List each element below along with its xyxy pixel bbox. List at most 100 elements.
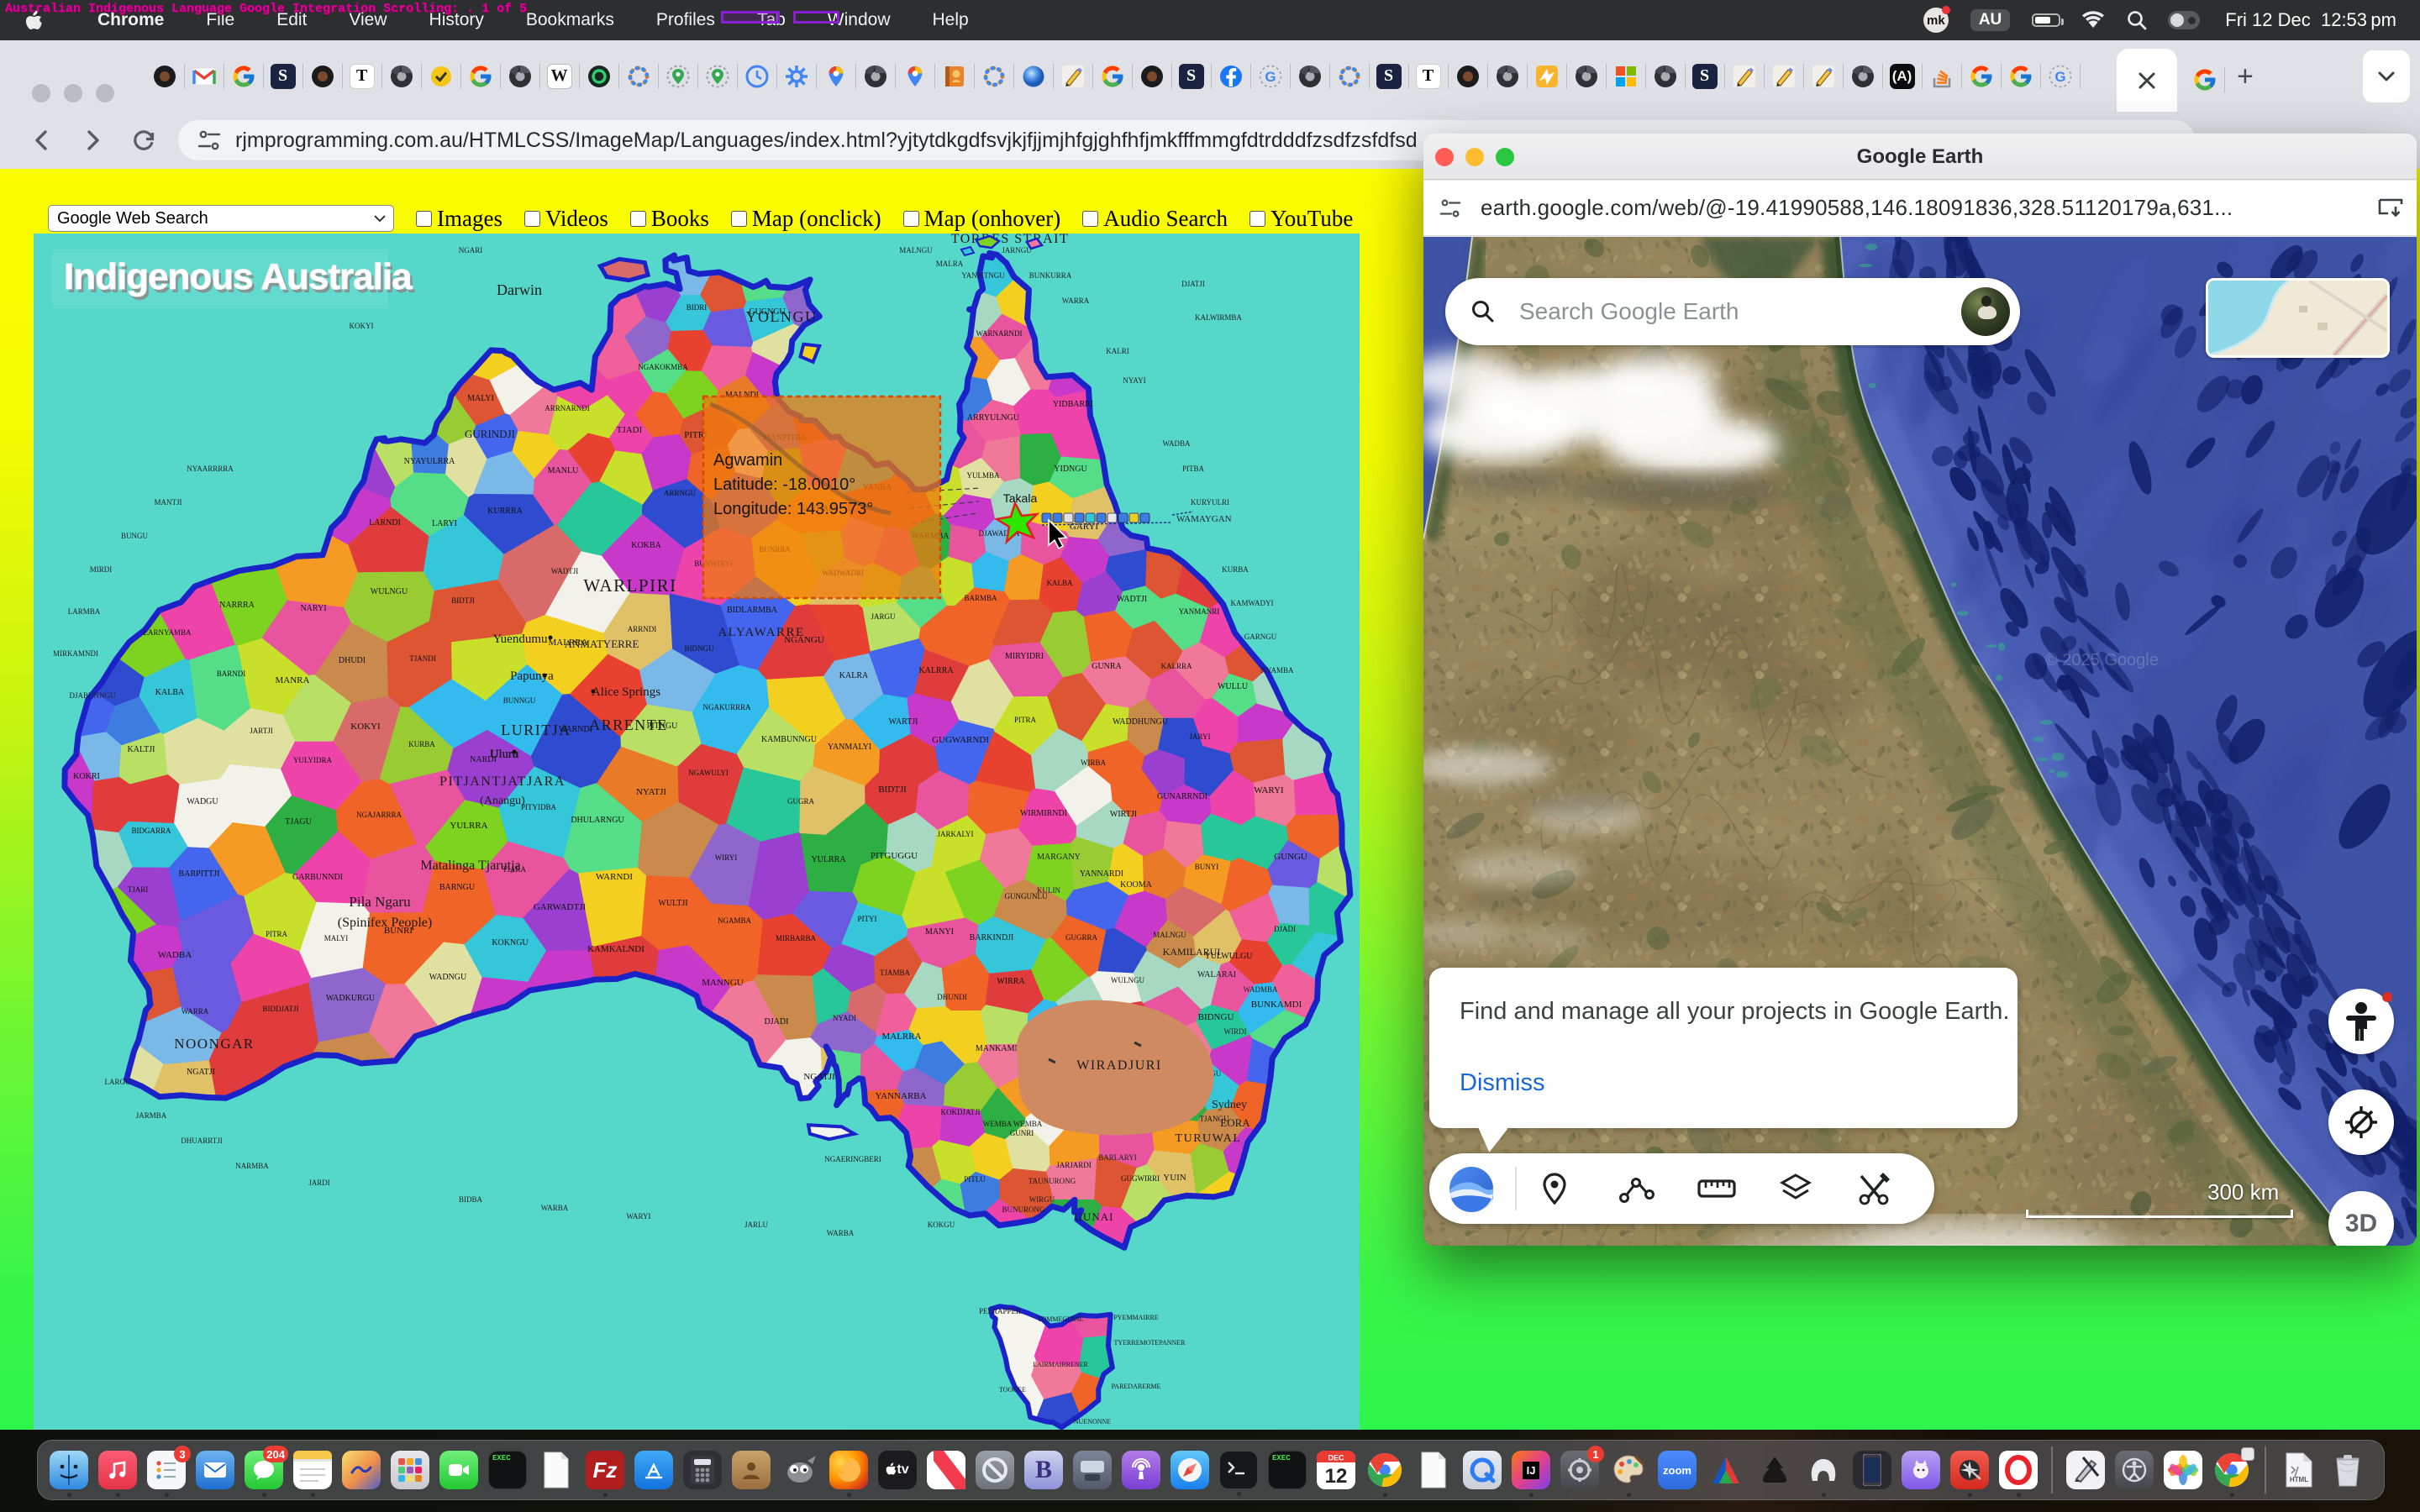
svg-text:TOOGEE: TOOGEE xyxy=(999,1386,1026,1394)
svg-text:KALBA: KALBA xyxy=(1047,579,1073,587)
svg-text:MIRYIDRI: MIRYIDRI xyxy=(1005,652,1044,661)
svg-text:WULNGU: WULNGU xyxy=(371,587,408,596)
svg-text:KALTJI: KALTJI xyxy=(128,745,155,754)
svg-text:LARNYAMBA: LARNYAMBA xyxy=(143,628,192,637)
svg-text:JARDI: JARDI xyxy=(308,1179,330,1187)
svg-text:PITGUGGU: PITGUGGU xyxy=(871,851,918,861)
svg-text:NYAYULRRA: NYAYULRRA xyxy=(404,457,456,466)
svg-text:KURYULRI: KURYULRI xyxy=(1191,498,1229,507)
svg-text:YUIN: YUIN xyxy=(1163,1173,1186,1183)
svg-text:WADGU: WADGU xyxy=(187,797,218,806)
svg-text:GARWADTJI: GARWADTJI xyxy=(534,902,587,912)
svg-text:GARBUNNDI: GARBUNNDI xyxy=(292,873,343,882)
svg-text:Papunya: Papunya xyxy=(510,669,554,683)
svg-text:PITYI: PITYI xyxy=(858,915,877,923)
svg-text:NARMBA: NARMBA xyxy=(235,1162,269,1170)
svg-text:TORRES STRAIT: TORRES STRAIT xyxy=(951,234,1070,246)
svg-text:WARRA: WARRA xyxy=(1062,297,1090,305)
svg-text:DJADI: DJADI xyxy=(1274,925,1296,933)
svg-text:DEC: DEC xyxy=(1328,1454,1344,1462)
svg-text:TJAGU: TJAGU xyxy=(285,817,312,827)
svg-text:BIDTJI: BIDTJI xyxy=(878,785,907,795)
svg-text:PITRA: PITRA xyxy=(266,930,288,938)
svg-text:PITBA: PITBA xyxy=(1182,465,1205,473)
svg-text:ARRNARNDI: ARRNARNDI xyxy=(544,404,590,412)
svg-text:BUNKAMDI: BUNKAMDI xyxy=(1251,1000,1302,1010)
svg-text:WALARAI: WALARAI xyxy=(1197,970,1236,979)
svg-text:PITLU: PITLU xyxy=(964,1175,986,1184)
svg-text:PEERAPPER: PEERAPPER xyxy=(979,1307,1021,1315)
svg-text:12: 12 xyxy=(1325,1465,1348,1488)
svg-text:ALYAWARRE: ALYAWARRE xyxy=(718,626,804,639)
svg-text:Yuendumu: Yuendumu xyxy=(493,633,548,646)
svg-text:YANNARBA: YANNARBA xyxy=(875,1091,926,1101)
svg-text:KURBA: KURBA xyxy=(408,740,435,748)
svg-text:KALWIRMBA: KALWIRMBA xyxy=(1195,313,1242,322)
svg-text:BARPITTJI: BARPITTJI xyxy=(179,869,220,879)
svg-text:MALNGU: MALNGU xyxy=(1153,931,1186,939)
svg-text:G: G xyxy=(2054,69,2065,85)
svg-text:Takala: Takala xyxy=(1003,491,1038,505)
svg-text:BUNYI: BUNYI xyxy=(1195,863,1219,871)
svg-text:WIRRA: WIRRA xyxy=(997,977,1025,986)
svg-text:KOKYI: KOKYI xyxy=(350,722,381,732)
svg-text:BUNURONG: BUNURONG xyxy=(1002,1205,1045,1214)
svg-text:MANYI: MANYI xyxy=(925,927,954,937)
svg-text:WARNDI: WARNDI xyxy=(596,872,633,882)
svg-text:HTML: HTML xyxy=(2290,1476,2308,1483)
svg-text:MALRA: MALRA xyxy=(936,260,964,268)
svg-text:YULRRA: YULRRA xyxy=(450,821,487,831)
svg-text:WULLU: WULLU xyxy=(1218,682,1249,691)
svg-text:WIRDI: WIRDI xyxy=(1224,1027,1247,1036)
svg-text:PYEMMAIRRE: PYEMMAIRRE xyxy=(1113,1314,1158,1321)
svg-text:MIRKAMNDI: MIRKAMNDI xyxy=(53,649,98,658)
svg-text:ANMATYERRE: ANMATYERRE xyxy=(565,638,639,650)
svg-text:MALNGU: MALNGU xyxy=(899,246,933,255)
svg-text:KALBA: KALBA xyxy=(155,688,185,697)
svg-text:KOOMA: KOOMA xyxy=(1120,880,1153,890)
svg-text:TAUNURONG: TAUNURONG xyxy=(1028,1177,1076,1185)
svg-text:BIDLARMBA: BIDLARMBA xyxy=(727,606,778,615)
svg-text:TJANDI: TJANDI xyxy=(409,654,436,663)
svg-text:KALRI: KALRI xyxy=(1106,347,1129,355)
svg-text:NGAKOKMBA: NGAKOKMBA xyxy=(638,363,688,371)
svg-text:MALYI: MALYI xyxy=(467,394,494,403)
svg-text:WADBA: WADBA xyxy=(1163,439,1191,448)
svg-text:GUGWARNDI: GUGWARNDI xyxy=(932,735,989,745)
svg-text:WIRBA: WIRBA xyxy=(1081,759,1106,767)
svg-text:BIDTJI: BIDTJI xyxy=(451,596,475,605)
svg-text:DJADI: DJADI xyxy=(765,1017,789,1026)
svg-text:Indigenous Australia: Indigenous Australia xyxy=(64,256,413,297)
svg-text:Sydney: Sydney xyxy=(1212,1099,1247,1111)
svg-text:BUNGU: BUNGU xyxy=(121,532,149,540)
svg-text:WIRMIRNDI: WIRMIRNDI xyxy=(1020,809,1067,818)
svg-text:KOKYI: KOKYI xyxy=(350,322,374,330)
svg-text:Darwin: Darwin xyxy=(497,281,542,298)
svg-text:BARNGU: BARNGU xyxy=(439,883,476,892)
svg-text:BIDNGU: BIDNGU xyxy=(1198,1012,1234,1022)
svg-text:DJATJI: DJATJI xyxy=(1181,280,1205,288)
svg-text:KURRRA: KURRRA xyxy=(487,507,523,516)
svg-text:GUNRI: GUNRI xyxy=(1010,1129,1034,1137)
svg-text:TOMMEGINNE: TOMMEGINNE xyxy=(1038,1315,1084,1323)
svg-text:ARRENTE: ARRENTE xyxy=(589,717,668,733)
svg-text:GARNGU: GARNGU xyxy=(1244,633,1277,641)
svg-text:PAREDARERME: PAREDARERME xyxy=(1112,1383,1161,1390)
svg-text:YULYIDRA: YULYIDRA xyxy=(293,756,333,764)
svg-text:JARYI: JARYI xyxy=(1189,732,1210,741)
svg-text:JARTJI: JARTJI xyxy=(250,727,272,735)
svg-text:BARNDI: BARNDI xyxy=(217,669,246,678)
svg-text:BARMBA: BARMBA xyxy=(964,594,997,602)
svg-text:WADTJI: WADTJI xyxy=(551,567,579,575)
svg-text:BUNNGU: BUNNGU xyxy=(503,696,536,705)
svg-text:WEMBA WEMBA: WEMBA WEMBA xyxy=(983,1120,1043,1128)
svg-text:WULTJI: WULTJI xyxy=(658,899,687,908)
svg-text:PITJANTJATJARA: PITJANTJATJARA xyxy=(439,774,566,789)
svg-text:GUGRRA: GUGRRA xyxy=(1065,933,1098,942)
svg-text:WARBA: WARBA xyxy=(827,1229,855,1237)
svg-text:© 2025 Google: © 2025 Google xyxy=(2045,651,2159,669)
svg-text:ARRNGU: ARRNGU xyxy=(664,489,697,497)
svg-text:WIRGU: WIRGU xyxy=(1029,1195,1055,1204)
svg-text:BIDRI: BIDRI xyxy=(687,303,708,312)
svg-text:NGATJI: NGATJI xyxy=(803,1072,835,1082)
